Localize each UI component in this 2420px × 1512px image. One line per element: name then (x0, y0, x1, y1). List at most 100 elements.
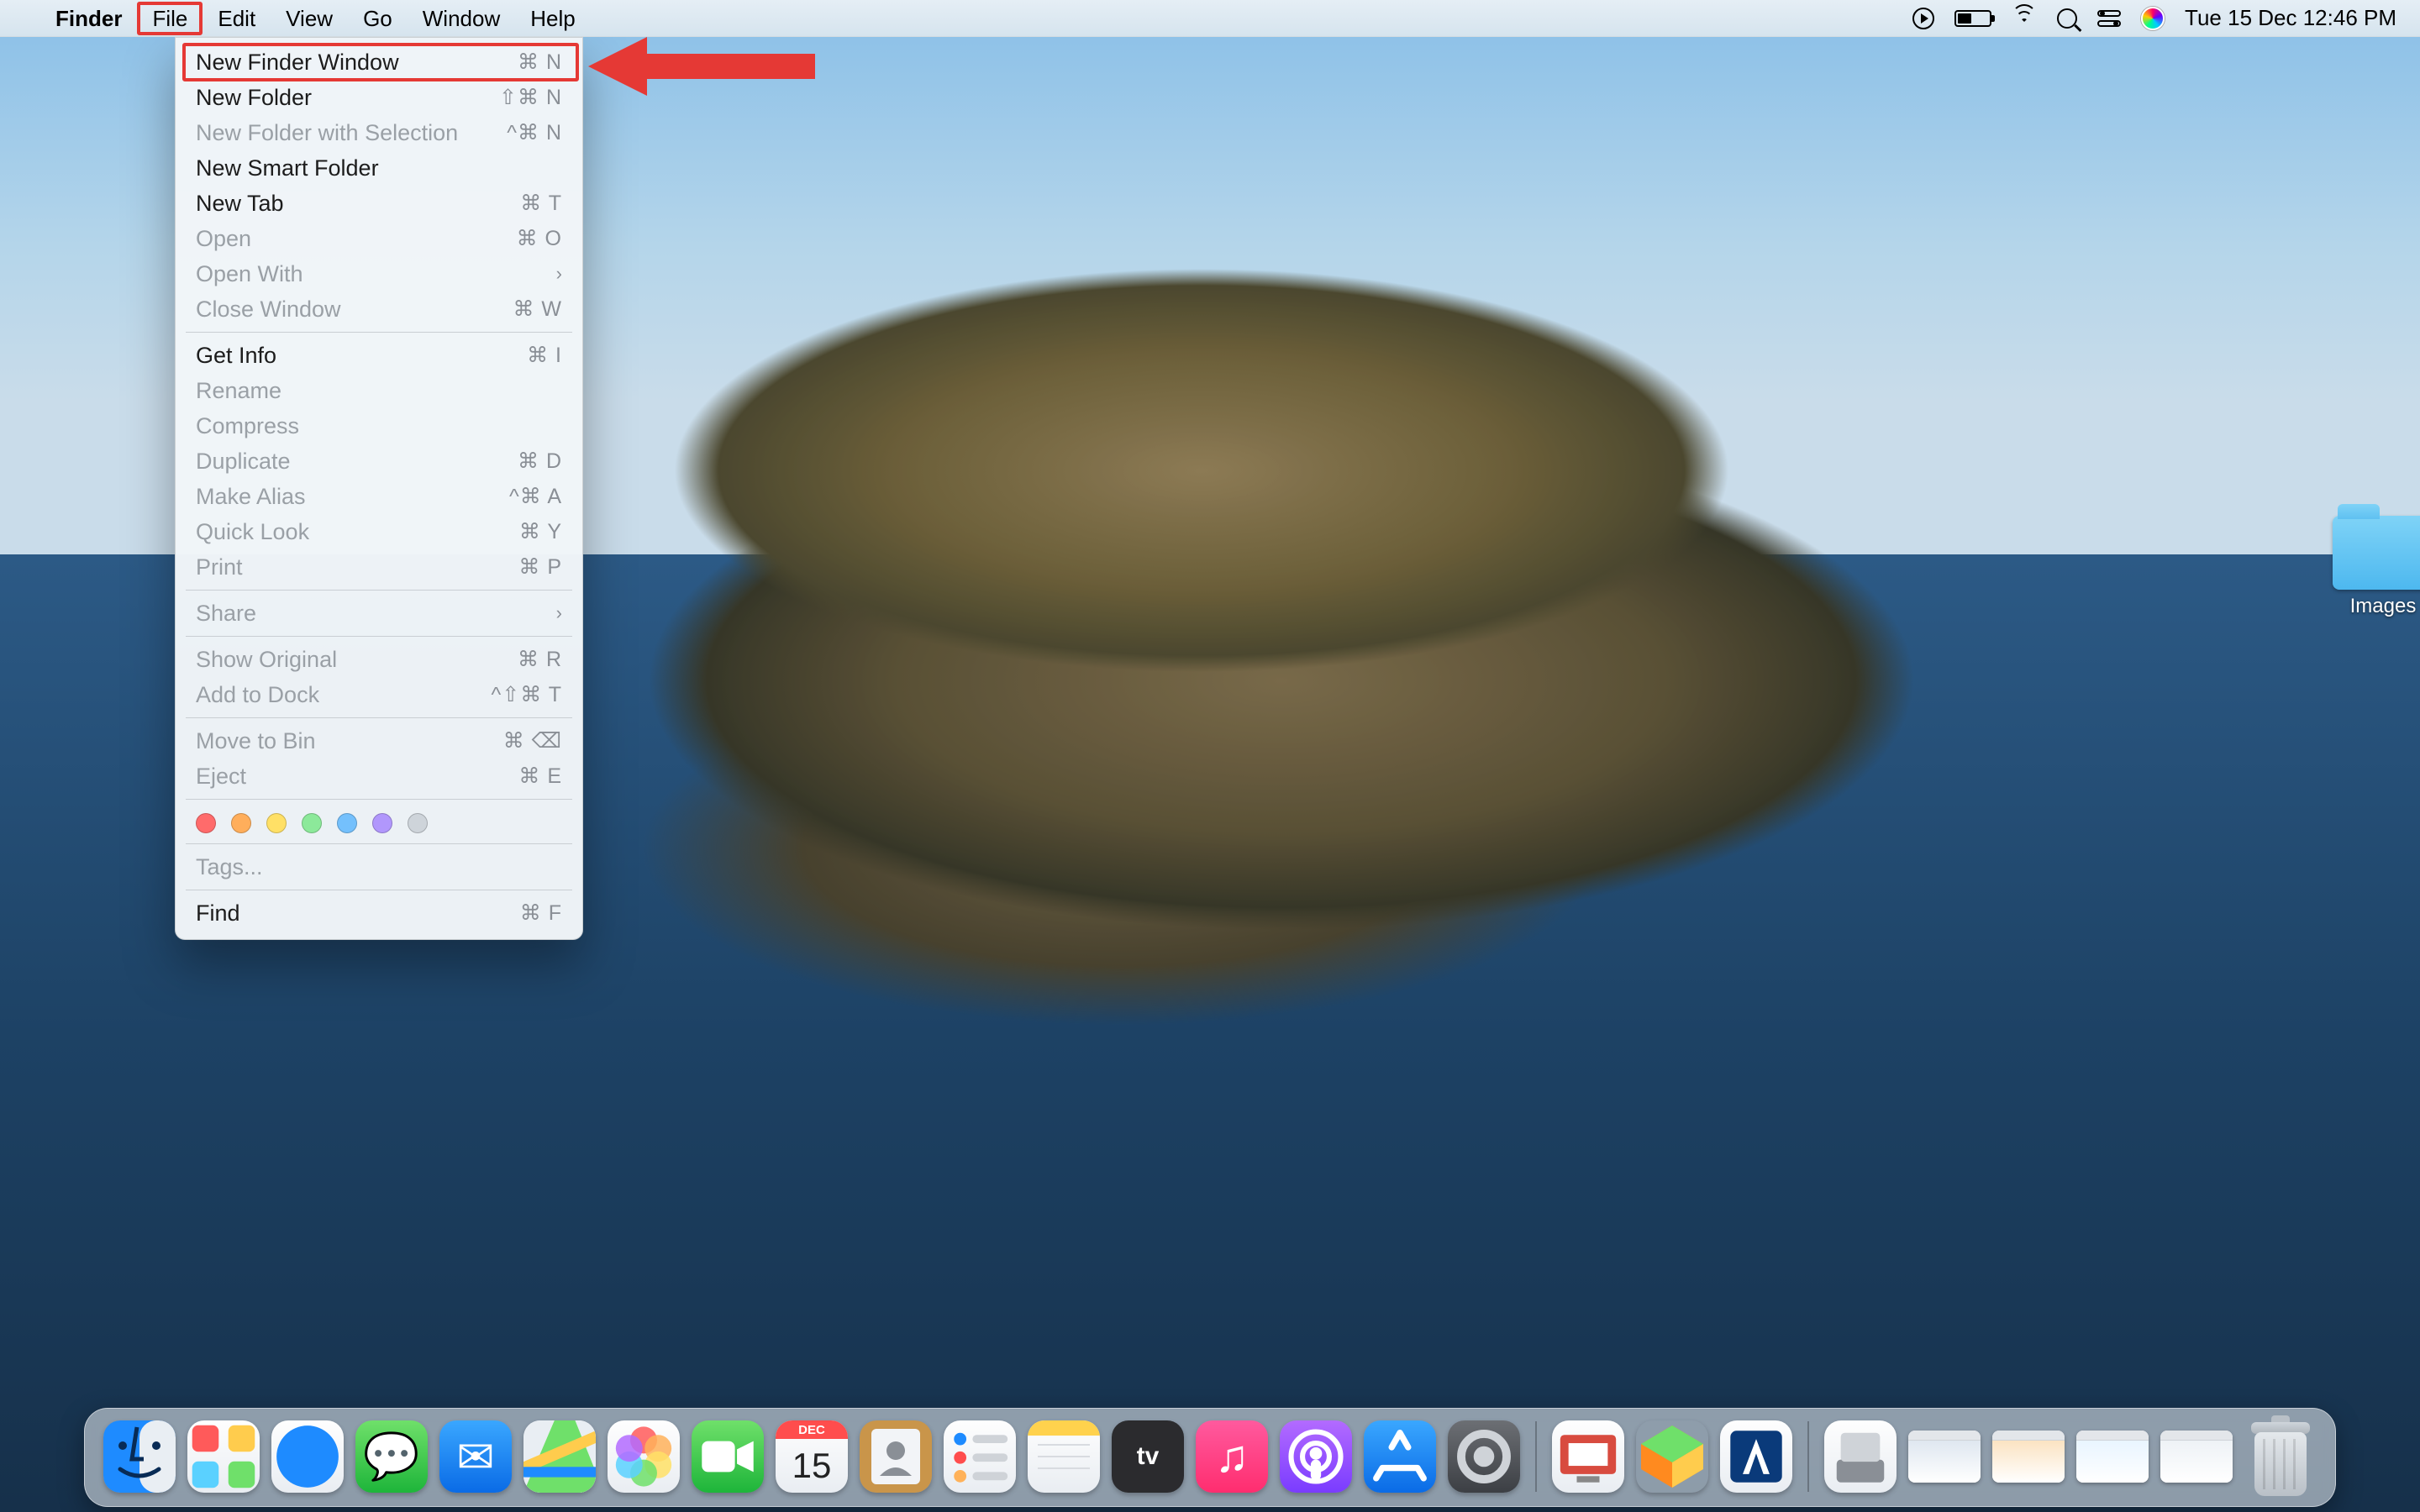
spotlight-icon[interactable] (2057, 0, 2077, 37)
menu-item-make-alias: Make Alias^⌘ A (176, 479, 582, 514)
menu-item-label: New Folder (196, 85, 312, 111)
dock-app-launchpad[interactable] (184, 1417, 263, 1496)
dock-app-contacts[interactable] (856, 1417, 935, 1496)
menu-item-move-to-bin: Move to Bin⌘ ⌫ (176, 723, 582, 759)
tag-blue[interactable] (337, 813, 357, 833)
tag-yellow[interactable] (266, 813, 287, 833)
menu-item-label: Tags... (196, 854, 263, 880)
menu-item-shortcut: ⌘ O (517, 226, 562, 251)
dock-app-notes[interactable] (1024, 1417, 1103, 1496)
dock-app-reminders[interactable] (940, 1417, 1019, 1496)
dock-app-virtualbox[interactable] (1717, 1417, 1796, 1496)
dock-app-maps[interactable] (520, 1417, 599, 1496)
virtualbox-icon (1720, 1420, 1792, 1493)
dock-app-safari[interactable] (268, 1417, 347, 1496)
menu-item-label: Show Original (196, 647, 337, 673)
menu-item-open-with: Open With› (176, 256, 582, 291)
menu-item-shortcut: ⌘ P (518, 554, 562, 580)
music-icon: ♫ (1196, 1420, 1268, 1493)
menu-item-label: New Smart Folder (196, 155, 379, 181)
battery-icon[interactable] (1954, 0, 1991, 37)
tag-gray[interactable] (408, 813, 428, 833)
menu-item-tags: Tags... (176, 849, 582, 885)
screen-recording-icon[interactable] (1912, 0, 1934, 37)
menu-item-add-to-dock: Add to Dock^⇧⌘ T (176, 677, 582, 712)
desktop-folder-images[interactable]: Images (2324, 516, 2420, 618)
menu-item-label: Add to Dock (196, 682, 319, 708)
tv-icon: tv (1112, 1420, 1184, 1493)
menu-item-shortcut: ⌘ Y (519, 519, 562, 544)
dock-minimized-window-3[interactable] (2073, 1417, 2152, 1496)
dock-minimized-window-4[interactable] (2157, 1417, 2236, 1496)
contacts-icon (860, 1420, 932, 1493)
menu-item-label: Eject (196, 764, 246, 790)
dock-app-podcasts[interactable] (1276, 1417, 1355, 1496)
dock-minimized-window-2[interactable] (1989, 1417, 2068, 1496)
tag-green[interactable] (302, 813, 322, 833)
control-center-icon[interactable] (2097, 0, 2121, 37)
dock-app-anydesk[interactable] (1549, 1417, 1628, 1496)
wifi-icon[interactable] (2012, 0, 2037, 37)
menu-item-new-tab[interactable]: New Tab ⌘ T (176, 186, 582, 221)
menu-item-share: Share› (176, 596, 582, 631)
menu-item-eject: Eject ⌘ E (176, 759, 582, 794)
menu-edit[interactable]: Edit (203, 2, 271, 35)
menu-item-shortcut: ⌘ E (518, 764, 562, 789)
dock-app-appstore[interactable] (1360, 1417, 1439, 1496)
dock-app-swift-playgrounds[interactable] (1633, 1417, 1712, 1496)
dock-app-finder[interactable] (100, 1417, 179, 1496)
menu-item-shortcut: ^⌘ N (507, 120, 562, 145)
menu-view[interactable]: View (271, 2, 348, 35)
minimized-window-icon (1992, 1431, 2065, 1483)
menu-bar-clock[interactable]: Tue 15 Dec 12:46 PM (2185, 5, 2396, 31)
tag-purple[interactable] (372, 813, 392, 833)
tag-red[interactable] (196, 813, 216, 833)
siri-icon[interactable] (2141, 0, 2165, 37)
dock-app-music[interactable]: ♫ (1192, 1417, 1271, 1496)
tag-orange[interactable] (231, 813, 251, 833)
dock-trash[interactable] (2241, 1417, 2320, 1496)
dock-app-settings[interactable] (1444, 1417, 1523, 1496)
launchpad-icon (187, 1420, 260, 1493)
dock-app-facetime[interactable] (688, 1417, 767, 1496)
dock-separator (1807, 1421, 1809, 1492)
menu-item-label: Quick Look (196, 519, 309, 545)
dock-app-tv[interactable]: tv (1108, 1417, 1187, 1496)
menu-item-find[interactable]: Find⌘ F (176, 895, 582, 931)
minimized-window-icon (1908, 1431, 1981, 1483)
menu-item-shortcut: ⌘ T (520, 191, 562, 216)
menu-item-new-folder[interactable]: New Folder⇧⌘ N (176, 80, 582, 115)
downloads-icon (1824, 1420, 1897, 1493)
dock-downloads-stack[interactable] (1821, 1417, 1900, 1496)
menu-bar: Finder File Edit View Go Window Help Tue… (0, 0, 2420, 37)
tags-color-row (176, 805, 582, 838)
menu-item-label: Find (196, 900, 240, 927)
dock-app-calendar[interactable]: DEC15 (772, 1417, 851, 1496)
dock: 💬✉︎ DEC15 tv♫ (84, 1408, 2336, 1507)
menu-window[interactable]: Window (408, 2, 515, 35)
menu-app-name[interactable]: Finder (40, 0, 137, 37)
menu-item-show-original: Show Original⌘ R (176, 642, 582, 677)
menu-help[interactable]: Help (515, 2, 590, 35)
appstore-icon (1364, 1420, 1436, 1493)
menu-item-shortcut: ^⌘ A (509, 484, 562, 509)
dock-app-messages[interactable]: 💬 (352, 1417, 431, 1496)
menu-item-shortcut: ⌘ N (518, 50, 562, 75)
menu-item-label: New Tab (196, 191, 284, 217)
menu-item-label: Move to Bin (196, 728, 316, 754)
dock-app-photos[interactable] (604, 1417, 683, 1496)
menu-item-rename: Rename (176, 373, 582, 408)
anydesk-icon (1552, 1420, 1624, 1493)
menu-item-new-smart-folder[interactable]: New Smart Folder (176, 150, 582, 186)
menu-item-new-finder-window[interactable]: New Finder Window⌘ N (176, 45, 582, 80)
menu-file[interactable]: File (137, 2, 203, 35)
menu-item-duplicate: Duplicate⌘ D (176, 444, 582, 479)
file-menu-dropdown: New Finder Window⌘ NNew Folder⇧⌘ NNew Fo… (175, 37, 583, 940)
menu-item-label: Open With (196, 261, 303, 287)
dock-app-mail[interactable]: ✉︎ (436, 1417, 515, 1496)
menu-item-get-info[interactable]: Get Info⌘ I (176, 338, 582, 373)
menu-item-close-window: Close Window⌘ W (176, 291, 582, 327)
menu-go[interactable]: Go (348, 2, 408, 35)
menu-item-label: Share (196, 601, 256, 627)
dock-minimized-window-1[interactable] (1905, 1417, 1984, 1496)
